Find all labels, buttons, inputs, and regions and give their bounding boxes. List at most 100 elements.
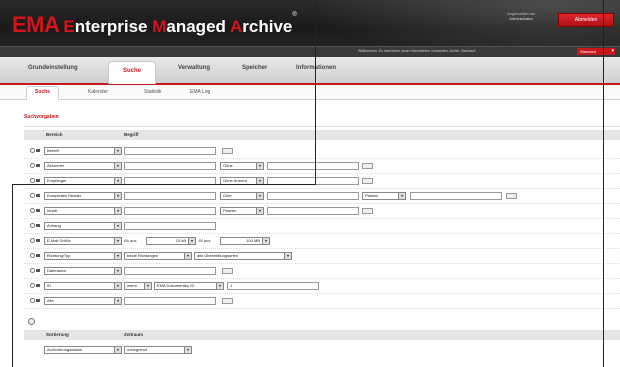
id-value-input[interactable]: 1	[227, 282, 319, 290]
options-button[interactable]	[362, 208, 373, 214]
remove-row-icon[interactable]	[30, 178, 35, 183]
subtab-suche[interactable]: Suche	[26, 86, 60, 100]
options-button[interactable]	[222, 148, 233, 154]
operator-select[interactable]: Ohne ▾	[220, 162, 264, 170]
remove-row-icon[interactable]	[30, 298, 35, 303]
subtab-statistik[interactable]: Statistik	[144, 89, 162, 95]
criteria-row: Empfänger ▾ Ohne Ansicht ▾	[24, 175, 620, 189]
field-select[interactable]: Betreff ▾	[44, 147, 122, 155]
size-to-select[interactable]: 100 MB ▾	[220, 237, 270, 245]
add-row-icon[interactable]	[28, 318, 35, 325]
field-select[interactable]: Richtung/Typ ▾	[44, 252, 122, 260]
chevron-down-icon: ▾	[398, 193, 405, 199]
term-input[interactable]	[124, 267, 216, 275]
callout-line	[12, 184, 316, 185]
chevron-down-icon: ▾	[114, 238, 121, 244]
remove-row-icon[interactable]	[30, 208, 35, 213]
callout-line	[603, 0, 604, 367]
chevron-down-icon: ▾	[184, 347, 191, 353]
options-button[interactable]	[222, 268, 233, 274]
size-from-select[interactable]: 10 kB ▾	[146, 237, 196, 245]
subtab-kalender[interactable]: Kalender	[88, 89, 108, 95]
logo-ema: EMA	[12, 12, 60, 37]
type-select[interactable]: alle Übermittlungsarten ▾	[194, 252, 292, 260]
tab-speicher[interactable]: Speicher	[242, 65, 267, 71]
field-select[interactable]: Inhalt ▾	[44, 207, 122, 215]
size-from-label: Ab aus	[124, 238, 137, 243]
id-scope-select[interactable]: intern ▾	[124, 282, 152, 290]
row-handle-icon	[36, 269, 40, 272]
row-handle-icon	[36, 239, 40, 242]
tab-suche[interactable]: Suche	[108, 61, 157, 84]
term-input[interactable]	[124, 207, 216, 215]
sort-row: Archivierungsdatum ▾ unbegrenzt ▾	[24, 344, 620, 357]
subtab-ema-log[interactable]: EMA Log	[190, 89, 210, 95]
operator-select[interactable]: Platzen ▾	[220, 207, 264, 215]
status-bar: Willkommen. Es sind keine neuen Nachrich…	[0, 46, 620, 57]
term2-input[interactable]	[267, 207, 359, 215]
remove-row-icon[interactable]	[30, 238, 35, 243]
chevron-down-icon: ▾	[114, 208, 121, 214]
row-handle-icon	[36, 284, 40, 287]
scope-select[interactable]: Platzen ▾	[362, 192, 406, 200]
chevron-down-icon: ▾	[114, 253, 121, 259]
sort-select[interactable]: Archivierungsdatum ▾	[44, 346, 122, 354]
term-input[interactable]	[124, 147, 216, 155]
user-link[interactable]: Administrator	[496, 16, 546, 21]
term2-input[interactable]	[267, 192, 359, 200]
criteria-row: Absender ▾ Ohne ▾	[24, 160, 620, 174]
chevron-down-icon: ▾	[284, 253, 291, 259]
row-handle-icon	[36, 254, 40, 257]
main-tab-bar: Grundeinstellung Suche Verwaltung Speich…	[0, 57, 620, 85]
term3-input[interactable]	[410, 192, 502, 200]
criteria-row: ID ▾ intern ▾ EMA Dokumenten ID ▾ 1	[24, 280, 620, 294]
chevron-down-icon: ▾	[216, 283, 223, 289]
term-input[interactable]	[124, 222, 216, 230]
direction-select[interactable]: beide Richtungen ▾	[124, 252, 192, 260]
options-button[interactable]	[222, 298, 233, 304]
logout-button[interactable]: Abmelden	[558, 13, 614, 27]
tab-verwaltung[interactable]: Verwaltung	[178, 65, 210, 71]
field-select[interactable]: Komplettes Header ▾	[44, 192, 122, 200]
order-select[interactable]: unbegrenzt ▾	[124, 346, 192, 354]
remove-row-icon[interactable]	[30, 268, 35, 273]
chevron-down-icon: ▾	[114, 223, 121, 229]
remove-row-icon[interactable]	[30, 253, 35, 258]
divider	[24, 126, 620, 127]
current-user: Angemeldet als Administrator	[496, 11, 546, 21]
term-input[interactable]	[124, 162, 216, 170]
criteria-row: Inhalt ▾ Platzen ▾	[24, 205, 620, 219]
field-select[interactable]: E-Mail Größe ▾	[44, 237, 122, 245]
term-input[interactable]	[124, 297, 216, 305]
options-button[interactable]	[362, 178, 373, 184]
term-input[interactable]	[124, 192, 216, 200]
field-select[interactable]: Alle ▾	[44, 297, 122, 305]
archive-select[interactable]: Standard	[577, 48, 615, 55]
criteria-row: Komplettes Header ▾ Oder ▾ Platzen ▾	[24, 190, 620, 204]
chevron-down-icon: ▾	[256, 208, 263, 214]
options-button[interactable]	[362, 163, 373, 169]
field-select[interactable]: Anhang ▾	[44, 222, 122, 230]
operator-select[interactable]: Oder ▾	[220, 192, 264, 200]
remove-row-icon[interactable]	[30, 283, 35, 288]
remove-row-icon[interactable]	[30, 148, 35, 153]
id-type-select[interactable]: EMA Dokumenten ID ▾	[154, 282, 224, 290]
field-select[interactable]: Absender ▾	[44, 162, 122, 170]
remove-row-icon[interactable]	[30, 193, 35, 198]
remove-row-icon[interactable]	[30, 163, 35, 168]
row-handle-icon	[36, 209, 40, 212]
chevron-down-icon: ▾	[144, 283, 151, 289]
sub-tab-bar: Suche Kalender Statistik EMA Log	[0, 85, 620, 100]
criteria-row: Datenarea ▾	[24, 265, 620, 279]
row-handle-icon	[36, 149, 40, 152]
term2-input[interactable]	[267, 162, 359, 170]
field-select[interactable]: Datenarea ▾	[44, 267, 122, 275]
field-select[interactable]: ID ▾	[44, 282, 122, 290]
options-button[interactable]	[506, 193, 517, 199]
tab-grundeinstellung[interactable]: Grundeinstellung	[28, 65, 78, 71]
criteria-row: Anhang ▾	[24, 220, 620, 234]
remove-row-icon[interactable]	[30, 223, 35, 228]
criteria-row: Alle ▾	[24, 295, 620, 309]
criteria-header: Bereich Begriff	[24, 130, 620, 140]
tab-informationen[interactable]: Informationen	[296, 65, 336, 71]
